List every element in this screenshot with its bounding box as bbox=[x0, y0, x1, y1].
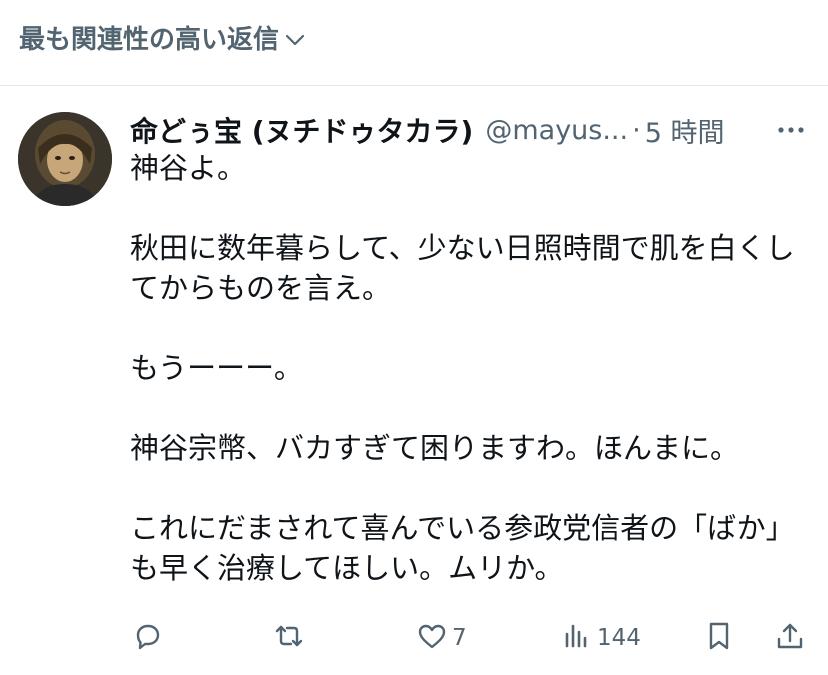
reply-sort-bar: 最も関連性の高い返信 bbox=[0, 0, 828, 86]
tweet-paragraph: もうーーー。 bbox=[130, 351, 303, 385]
separator-dot: · bbox=[632, 114, 641, 146]
views-count: 144 bbox=[597, 625, 641, 651]
heart-icon bbox=[416, 620, 448, 656]
chevron-down-icon bbox=[283, 28, 307, 52]
tweet-header: 命どぅ宝 (ヌチドゥタカラ) @mayus... · 5 時間 bbox=[130, 110, 820, 150]
bookmark-button[interactable] bbox=[703, 616, 735, 660]
reply-button[interactable] bbox=[132, 616, 168, 660]
reply-tweet[interactable]: 命どぅ宝 (ヌチドゥタカラ) @mayus... · 5 時間 神谷よ。 秋田に… bbox=[0, 86, 828, 675]
bookmark-icon bbox=[703, 620, 735, 656]
more-options-icon[interactable] bbox=[776, 122, 806, 138]
repost-button[interactable] bbox=[273, 616, 309, 660]
tweet-actions: 7 144 bbox=[0, 616, 828, 660]
tweet-paragraph: 神谷よ。 bbox=[130, 151, 247, 185]
analytics-icon bbox=[561, 620, 593, 656]
reply-sort-dropdown[interactable]: 最も関連性の高い返信 bbox=[19, 24, 307, 56]
reply-icon bbox=[132, 620, 164, 656]
avatar[interactable] bbox=[18, 112, 112, 206]
reply-sort-label: 最も関連性の高い返信 bbox=[19, 25, 280, 55]
tweet-text: 神谷よ。 秋田に数年暮らして、少ない日照時間で肌を白くしてからものを言え。 もう… bbox=[130, 148, 810, 588]
share-button[interactable] bbox=[774, 616, 806, 660]
share-icon bbox=[774, 620, 806, 656]
user-handle[interactable]: @mayus... bbox=[485, 115, 628, 146]
timestamp[interactable]: 5 時間 bbox=[645, 111, 725, 150]
tweet-paragraph: これにだまされて喜んでいる参政党信者の「ばか」も早く治療してほしい。ムリか。 bbox=[130, 511, 795, 585]
tweet-paragraph: 秋田に数年暮らして、少ない日照時間で肌を白くしてからものを言え。 bbox=[130, 231, 795, 305]
display-name[interactable]: 命どぅ宝 (ヌチドゥタカラ) bbox=[130, 110, 473, 150]
repost-icon bbox=[273, 620, 305, 656]
like-count: 7 bbox=[452, 625, 467, 651]
tweet-paragraph: 神谷宗幣、バカすぎて困りますわ。ほんまに。 bbox=[130, 431, 740, 465]
views-button[interactable]: 144 bbox=[561, 616, 641, 660]
like-button[interactable]: 7 bbox=[416, 616, 467, 660]
